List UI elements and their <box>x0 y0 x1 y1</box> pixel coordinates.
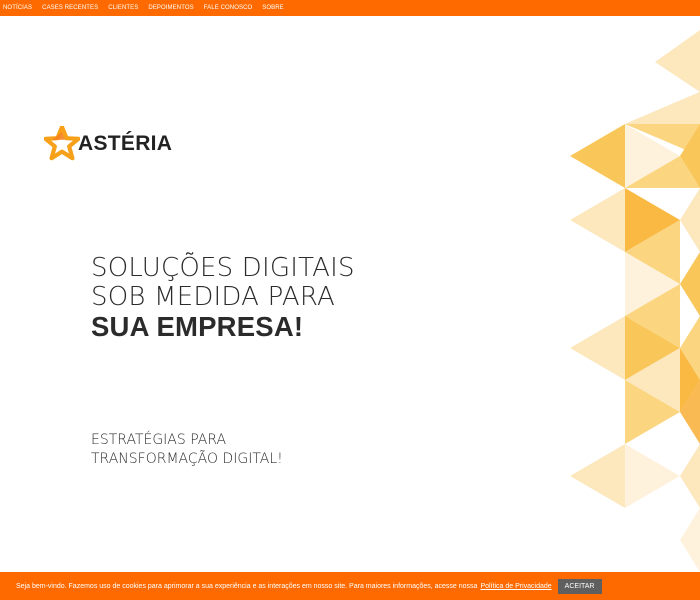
cookie-banner: Seja bem-vindo. Fazemos uso de cookies p… <box>0 572 700 600</box>
triangle-shape <box>655 30 700 92</box>
triangle-shape <box>680 188 700 252</box>
hero-sub-line-2: TRANSFORMAÇÃO DIGITAL! <box>91 451 283 467</box>
decorative-triangle-pattern <box>570 30 700 572</box>
triangle-shape <box>680 252 700 316</box>
accept-cookies-button[interactable]: ACEITAR <box>557 578 602 594</box>
brand-logo[interactable]: ASTÉRIA <box>44 126 172 162</box>
star-icon <box>44 126 80 161</box>
triangle-shape <box>680 508 700 572</box>
triangle-shape <box>570 444 625 508</box>
triangle-shape <box>625 444 680 508</box>
triangle-shape <box>625 92 700 124</box>
nav-item-depoimentos[interactable]: DEPOIMENTOS <box>148 5 193 11</box>
hero-sub-line-1: ESTRATÉGIAS PARA <box>91 432 227 448</box>
triangle-shape <box>570 124 625 188</box>
hero-line-1: SOLUÇÕES DIGITAIS <box>91 253 355 283</box>
triangle-shape <box>680 444 700 508</box>
nav-item-sobre[interactable]: SOBRE <box>262 5 284 11</box>
hero-headline: SOLUÇÕES DIGITAIS SOB MEDIDA PARA SUA EM… <box>91 253 355 342</box>
hero-line-2: SOB MEDIDA PARA <box>91 282 336 312</box>
hero-line-3: SUA EMPRESA! <box>91 311 304 342</box>
nav-item-fale-conosco[interactable]: FALE CONOSCO <box>204 5 253 11</box>
cookie-message: Seja bem-vindo. Fazemos uso de cookies p… <box>16 582 478 590</box>
hero-subheadline: ESTRATÉGIAS PARA TRANSFORMAÇÃO DIGITAL! <box>91 431 283 469</box>
triangle-shape <box>570 316 625 380</box>
nav-item-cases-recentes[interactable]: CASES RECENTES <box>42 5 98 11</box>
triangle-shape <box>570 188 625 252</box>
nav-item-noticias[interactable]: NOTÍCIAS <box>3 5 32 11</box>
privacy-policy-link[interactable]: Política de Privacidade <box>480 583 551 590</box>
nav-item-clientes[interactable]: CLIENTES <box>108 5 138 11</box>
brand-name: ASTÉRIA <box>78 132 173 155</box>
